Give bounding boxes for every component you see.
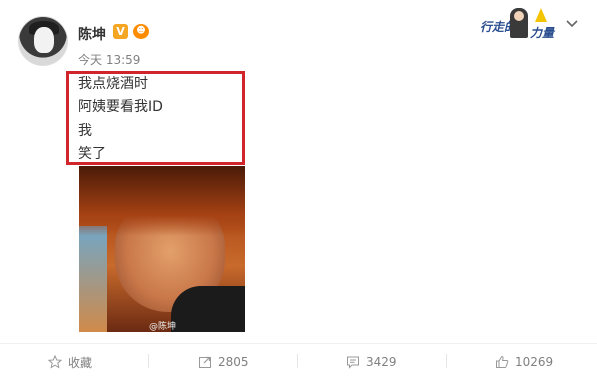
- comment-icon: [347, 356, 359, 369]
- like-count: 10269: [515, 355, 554, 369]
- image-shirt: [171, 286, 245, 332]
- favorite-button[interactable]: 收藏: [48, 352, 92, 372]
- action-separator: [297, 354, 298, 368]
- like-button[interactable]: 10269: [495, 352, 553, 372]
- thumbs-up-icon: [496, 355, 509, 368]
- action-separator: [446, 354, 447, 368]
- campaign-badge[interactable]: 行走的 力量: [480, 8, 558, 40]
- image-hair: [79, 166, 245, 236]
- star-icon: [48, 355, 62, 369]
- avatar[interactable]: [18, 16, 68, 66]
- repost-icon: [199, 356, 211, 368]
- vip-icon[interactable]: ☻: [133, 24, 149, 39]
- avatar-face: [34, 27, 54, 53]
- post-image[interactable]: @陈坤: [79, 166, 245, 332]
- comment-count: 3429: [366, 355, 397, 369]
- highlight-box: [66, 71, 245, 165]
- campaign-text-b: 力量: [530, 26, 555, 40]
- comment-button[interactable]: 3429: [346, 352, 397, 372]
- repost-count: 2805: [218, 355, 249, 369]
- lightning-icon: [535, 8, 547, 22]
- action-separator: [148, 354, 149, 368]
- user-name[interactable]: 陈坤: [78, 24, 106, 44]
- chevron-down-icon[interactable]: [566, 18, 578, 30]
- image-watermark: @陈坤: [149, 322, 177, 332]
- post-time[interactable]: 今天 13:59: [78, 51, 140, 68]
- weibo-post-card: 陈坤 V ☻ 今天 13:59 行走的 力量 我点烧酒时 阿姨要看我ID 我 笑…: [0, 0, 597, 381]
- repost-button[interactable]: 2805: [198, 352, 249, 372]
- campaign-person-icon: [510, 8, 528, 38]
- image-background: [79, 226, 107, 332]
- verified-icon[interactable]: V: [113, 24, 128, 39]
- divider: [0, 343, 597, 344]
- favorite-label: 收藏: [68, 355, 93, 370]
